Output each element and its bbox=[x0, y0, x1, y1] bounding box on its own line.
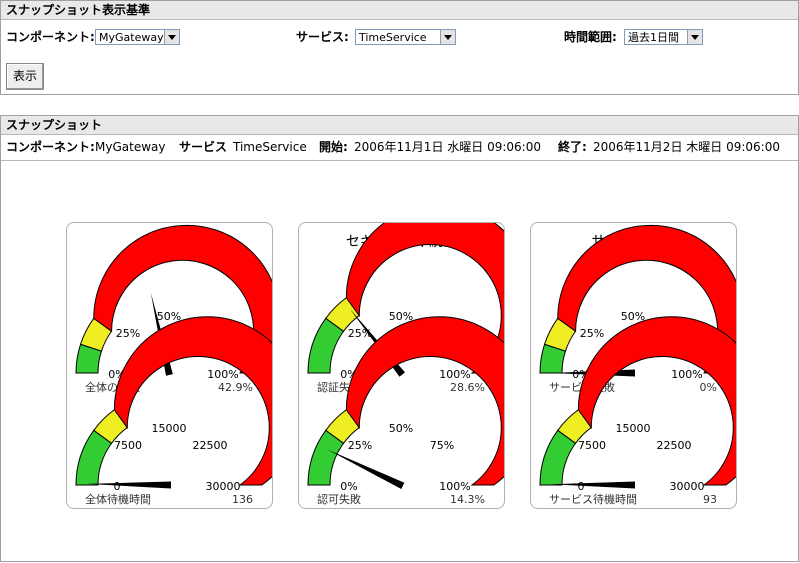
gauge-tick-label: 7500 bbox=[114, 439, 142, 452]
gauge-needle bbox=[327, 449, 405, 490]
gauge-tick-label: 22500 bbox=[657, 439, 692, 452]
security-stats-card: セキュリティ統計 0%25%50%75%100%認証失敗28.6%0%25%50… bbox=[298, 222, 505, 509]
gauge-value: 28.6% bbox=[450, 381, 485, 394]
gauge-red-band bbox=[113, 316, 272, 486]
gauge: 0 7500 15000 22500 30000 全体待機時間 136 bbox=[75, 316, 272, 506]
gauge: 0 7500 15000 22500 30000 サービス待機時間 93 bbox=[539, 316, 736, 506]
gauge-value: 0% bbox=[700, 381, 717, 394]
gauge-tick-label: 100% bbox=[671, 368, 702, 381]
info-service-label: サービス bbox=[179, 140, 228, 154]
gauge-tick-label: 30000 bbox=[670, 480, 705, 493]
gauge-tick-label: 50% bbox=[621, 310, 645, 323]
gauge-red-band bbox=[577, 316, 736, 486]
gauge-red-band bbox=[345, 316, 504, 486]
gauge-tick-label: 25% bbox=[116, 327, 140, 340]
gauge-label: 認可失敗 bbox=[317, 492, 361, 506]
overall-stats-card: 全体統計 0%25%50%75%100%全体の失敗42.9%0750015000… bbox=[66, 222, 273, 509]
gauge-needle bbox=[551, 481, 636, 489]
service-select-value: TimeService bbox=[359, 31, 427, 44]
gauge-label: サービス待機時間 bbox=[549, 492, 637, 506]
gauge-tick-label: 25% bbox=[348, 439, 372, 452]
overall-stats-gauges: 0%25%50%75%100%全体の失敗42.9%075001500022500… bbox=[75, 224, 272, 506]
snapshot-panel: スナップショット コンポーネント: MyGateway サービス TimeSer… bbox=[0, 115, 799, 562]
info-component-value: MyGateway bbox=[95, 140, 166, 154]
gauge-tick-label: 7500 bbox=[578, 439, 606, 452]
snapshot-info-row: コンポーネント: MyGateway サービス TimeService 開始: … bbox=[1, 135, 798, 161]
gauge: 0% 25% 50% 75% 100% 認可失敗 14.3% bbox=[307, 316, 504, 506]
component-label: コンポーネント: bbox=[6, 30, 95, 44]
time-range-select[interactable]: 過去1日間 bbox=[624, 29, 703, 45]
info-component-label: コンポーネント: bbox=[6, 140, 95, 154]
gauge-tick-label: 100% bbox=[439, 480, 470, 493]
gauge-tick-label: 25% bbox=[580, 327, 604, 340]
gauge-tick-label: 0 bbox=[114, 480, 121, 493]
show-button[interactable]: 表示 bbox=[6, 63, 44, 90]
chevron-down-icon[interactable] bbox=[687, 30, 702, 44]
time-range-select-value: 過去1日間 bbox=[628, 31, 679, 44]
gauge-value: 136 bbox=[232, 493, 253, 506]
info-start-value: 2006年11月1日 水曜日 09:06:00 bbox=[354, 140, 541, 154]
gauge-tick-label: 15000 bbox=[152, 422, 187, 435]
gauge-value: 14.3% bbox=[450, 493, 485, 506]
service-stats-gauges: 0%25%50%75%100%サービス失敗0%07500150002250030… bbox=[539, 224, 736, 506]
info-end-label: 終了: bbox=[558, 140, 587, 154]
chevron-down-icon[interactable] bbox=[164, 30, 179, 44]
gauge-tick-label: 75% bbox=[430, 439, 454, 452]
snapshot-title: スナップショット bbox=[1, 116, 798, 135]
gauge-tick-label: 0 bbox=[578, 480, 585, 493]
gauge-tick-label: 50% bbox=[389, 422, 413, 435]
gauge-tick-label: 100% bbox=[207, 368, 238, 381]
service-label: サービス: bbox=[296, 30, 349, 44]
info-start-label: 開始: bbox=[319, 140, 348, 154]
service-select[interactable]: TimeService bbox=[355, 29, 456, 45]
criteria-title: スナップショット表示基準 bbox=[1, 1, 798, 20]
chevron-down-icon[interactable] bbox=[440, 30, 455, 44]
gauge-tick-label: 100% bbox=[439, 368, 470, 381]
gauge-tick-label: 50% bbox=[157, 310, 181, 323]
security-stats-gauges: 0%25%50%75%100%認証失敗28.6%0%25%50%75%100%認… bbox=[307, 223, 504, 506]
info-service-value: TimeService bbox=[233, 140, 307, 154]
time-range-label: 時間範囲: bbox=[564, 30, 617, 44]
info-end-value: 2006年11月2日 木曜日 09:06:00 bbox=[593, 140, 780, 154]
gauge-value: 42.9% bbox=[218, 381, 253, 394]
gauge-tick-label: 15000 bbox=[616, 422, 651, 435]
component-select[interactable]: MyGateway bbox=[95, 29, 180, 45]
gauge-tick-label: 22500 bbox=[193, 439, 228, 452]
gauge-value: 93 bbox=[703, 493, 717, 506]
component-select-value: MyGateway bbox=[99, 31, 164, 44]
gauge-needle bbox=[87, 481, 172, 489]
gauge-tick-label: 30000 bbox=[206, 480, 241, 493]
gauge-tick-label: 0% bbox=[340, 480, 357, 493]
gauge-tick-label: 50% bbox=[389, 310, 413, 323]
gauge-label: 全体待機時間 bbox=[85, 492, 151, 506]
service-stats-card: サービス統計 0%25%50%75%100%サービス失敗0%0750015000… bbox=[530, 222, 737, 509]
criteria-panel: スナップショット表示基準 コンポーネント: MyGateway サービス: Ti… bbox=[0, 0, 799, 95]
